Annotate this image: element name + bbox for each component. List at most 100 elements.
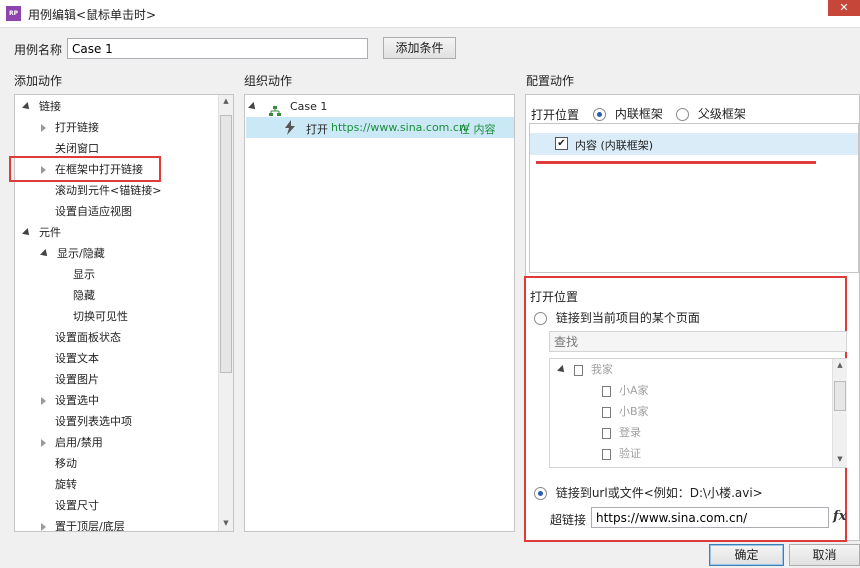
- action-tree-item-label: 移动: [55, 457, 77, 470]
- lightning-icon: [284, 120, 296, 138]
- page-tree: 我家 小A家小B家登录验证 ▲ ▼: [549, 358, 847, 468]
- action-tree-item-label: 打开链接: [55, 121, 99, 134]
- page-file-icon: [602, 427, 611, 439]
- organize-actions-tree: Case 1 打开 https://www.sina.com.cn/ 在 内容: [244, 94, 515, 532]
- radio-parent-frame-icon[interactable]: [676, 108, 689, 121]
- page-file-icon: [602, 385, 611, 397]
- expand-arrow-icon[interactable]: [22, 228, 32, 238]
- action-tree-item[interactable]: 设置尺寸: [41, 495, 99, 516]
- action-url: https://www.sina.com.cn/: [331, 121, 470, 134]
- scroll-down-icon: ▼: [837, 455, 843, 463]
- action-tree-item[interactable]: 设置面板状态: [41, 327, 121, 348]
- page-tree-item: 小A家: [586, 380, 649, 401]
- action-tree-item[interactable]: 切换可见性: [59, 306, 128, 327]
- action-tree-item[interactable]: 设置自适应视图: [41, 201, 132, 222]
- scroll-up-icon[interactable]: ▲: [219, 97, 233, 105]
- hyperlink-input[interactable]: [591, 507, 829, 528]
- frame-item-label: 内容 (内联框架): [575, 139, 654, 152]
- page-tree-item-label: 登录: [619, 426, 641, 439]
- close-window-button[interactable]: ✕: [828, 0, 860, 16]
- title-bar: RP 用例编辑<鼠标单击时> ✕: [0, 0, 860, 28]
- action-tree-item-label: 设置列表选中项: [55, 415, 132, 428]
- action-tree-item[interactable]: 打开链接: [41, 117, 99, 138]
- page-tree-item: 登录: [586, 422, 641, 443]
- action-tree-item[interactable]: 滚动到元件<锚链接>: [41, 180, 161, 201]
- radio-link-page-icon[interactable]: [534, 312, 547, 325]
- action-tree-item[interactable]: 显示/隐藏: [40, 243, 105, 264]
- frame-list: ✔ 内容 (内联框架): [529, 123, 859, 273]
- collapse-arrow-icon[interactable]: [41, 439, 46, 447]
- case-name-input[interactable]: [67, 38, 368, 59]
- ok-button[interactable]: 确定: [709, 544, 784, 566]
- scroll-down-icon[interactable]: ▼: [219, 519, 233, 527]
- action-tree-item[interactable]: 隐藏: [59, 285, 95, 306]
- cancel-button[interactable]: 取消: [789, 544, 860, 566]
- action-tree-item-label: 置于顶层/底层: [55, 520, 125, 531]
- action-tree-item[interactable]: 移动: [41, 453, 77, 474]
- action-tree-item[interactable]: 设置选中: [41, 390, 99, 411]
- page-tree-item: 我家: [557, 359, 613, 380]
- radio-link-page-label: 链接到当前项目的某个页面: [555, 311, 700, 325]
- add-actions-heading: 添加动作: [14, 74, 63, 88]
- page-file-icon: [602, 448, 611, 460]
- action-tree-item[interactable]: 设置列表选中项: [41, 411, 132, 432]
- case-row[interactable]: Case 1: [248, 96, 328, 117]
- collapse-arrow-icon[interactable]: [41, 523, 46, 531]
- action-verb: 打开: [306, 123, 328, 136]
- action-tree-item-label: 设置选中: [55, 394, 99, 407]
- expand-arrow-icon[interactable]: [40, 249, 50, 259]
- expand-arrow-icon: [557, 365, 567, 375]
- action-tree-item-label: 链接: [39, 100, 61, 113]
- action-tree-item-label: 设置图片: [55, 373, 99, 386]
- action-tree-item-label: 显示: [73, 268, 95, 281]
- scrollbar-thumb[interactable]: [220, 115, 232, 373]
- page-tree-item-label: 小B家: [619, 405, 649, 418]
- radio-inline-frame[interactable]: 内联框架: [593, 105, 663, 122]
- collapse-arrow-icon[interactable]: [41, 124, 46, 132]
- collapse-arrow-icon[interactable]: [41, 397, 46, 405]
- case-label: Case 1: [290, 100, 328, 113]
- app-logo-icon: RP: [6, 6, 21, 21]
- action-tree-item[interactable]: 旋转: [41, 474, 77, 495]
- action-tree-item[interactable]: 元件: [22, 222, 61, 243]
- radio-inline-frame-icon[interactable]: [593, 108, 606, 121]
- action-tree-item-label: 设置自适应视图: [55, 205, 132, 218]
- expand-arrow-icon[interactable]: [22, 102, 32, 112]
- selected-action-row[interactable]: 打开 https://www.sina.com.cn/ 在 内容: [246, 117, 514, 138]
- frame-checkbox[interactable]: ✔: [555, 137, 568, 150]
- page-tree-list: 我家 小A家小B家登录验证: [550, 359, 832, 467]
- organize-actions-heading: 组织动作: [244, 74, 293, 88]
- action-target: 在 内容: [459, 123, 496, 136]
- annotation-underline: [536, 161, 816, 164]
- page-file-icon: [602, 406, 611, 418]
- page-file-icon: [574, 364, 583, 376]
- page-tree-item-label: 验证: [619, 447, 641, 460]
- page-tree-scrollbar: ▲ ▼: [832, 359, 847, 467]
- open-in-label: 打开位置: [531, 108, 580, 122]
- frame-list-item[interactable]: ✔ 内容 (内联框架): [530, 133, 858, 155]
- action-tree-item-label: 设置尺寸: [55, 499, 99, 512]
- action-tree-scrollbar[interactable]: ▲ ▼: [218, 95, 233, 531]
- action-tree-item[interactable]: 设置图片: [41, 369, 99, 390]
- radio-link-page[interactable]: 链接到当前项目的某个页面: [534, 309, 700, 326]
- action-tree-item-label: 切换可见性: [73, 310, 128, 323]
- page-tree-item-label: 小A家: [619, 384, 649, 397]
- action-tree-item[interactable]: 链接: [22, 96, 61, 117]
- configure-actions-heading: 配置动作: [526, 74, 575, 88]
- action-tree-item[interactable]: 设置文本: [41, 348, 99, 369]
- page-tree-item: 验证: [586, 443, 641, 464]
- radio-link-url[interactable]: 链接到url或文件<例如：D:\小楼.avi>: [534, 484, 763, 501]
- add-condition-button[interactable]: 添加条件: [383, 37, 456, 59]
- action-tree-item[interactable]: 置于顶层/底层: [41, 516, 125, 531]
- radio-parent-frame[interactable]: 父级框架: [676, 105, 746, 122]
- action-tree-item-label: 设置文本: [55, 352, 99, 365]
- fx-icon[interactable]: fx: [833, 509, 846, 524]
- scrollbar-thumb: [834, 381, 846, 411]
- action-tree-item-label: 设置面板状态: [55, 331, 121, 344]
- expand-arrow-icon[interactable]: [248, 102, 258, 112]
- action-tree-item[interactable]: 启用/禁用: [41, 432, 103, 453]
- action-tree-item[interactable]: 显示: [59, 264, 95, 285]
- radio-link-url-label: 链接到url或文件<例如：D:\小楼.avi>: [555, 486, 763, 500]
- radio-link-url-icon[interactable]: [534, 487, 547, 500]
- open-location-section-label: 打开位置: [530, 290, 579, 304]
